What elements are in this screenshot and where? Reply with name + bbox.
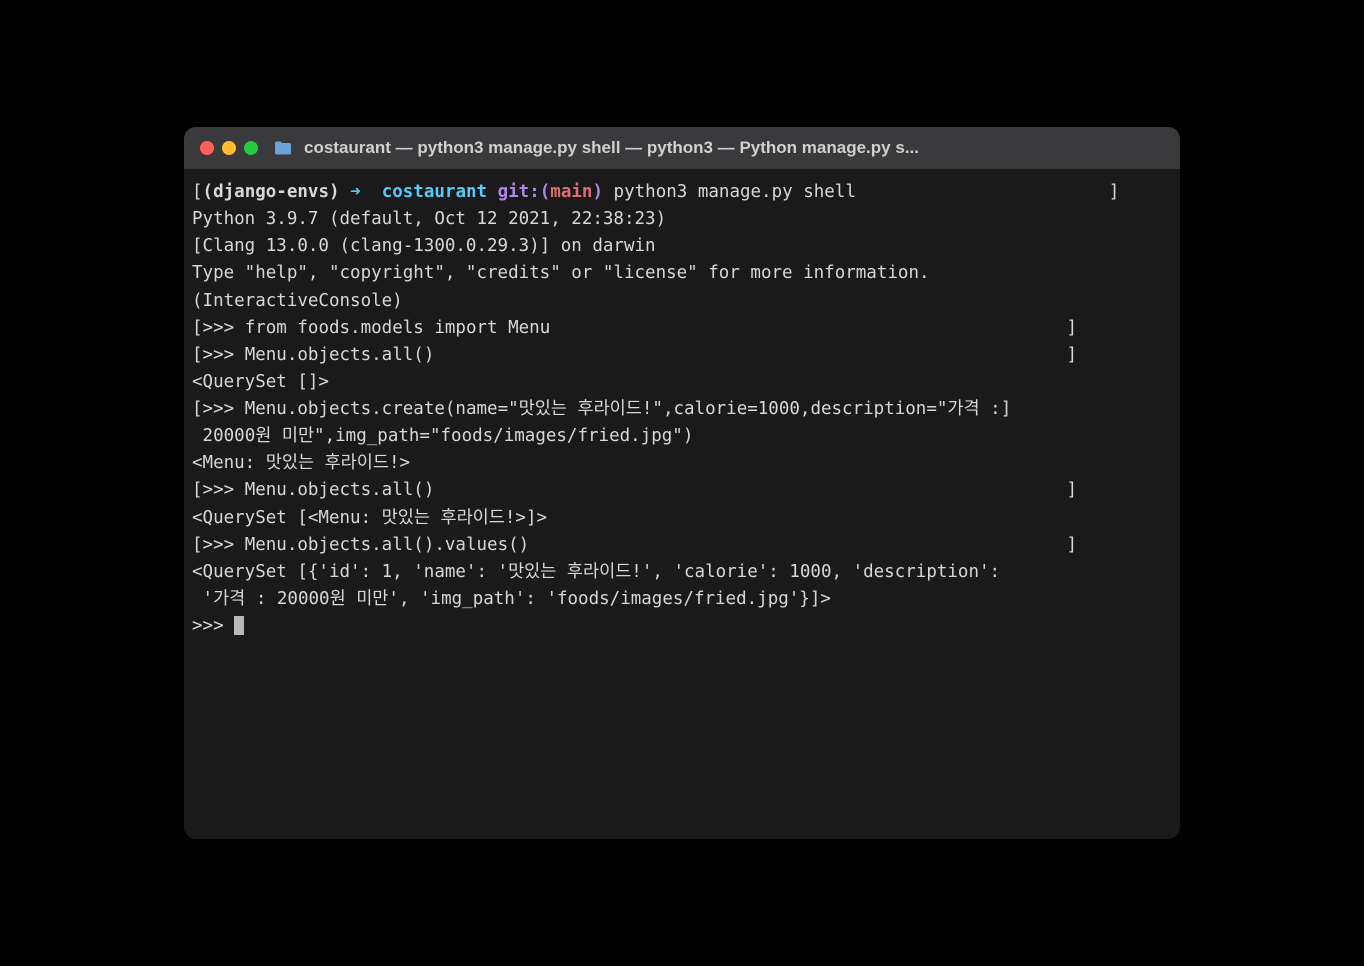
terminal-window: costaurant — python3 manage.py shell — p…	[184, 127, 1180, 839]
terminal-body[interactable]: [(django-envs) ➜ costaurant git:(main) p…	[184, 169, 1180, 839]
repl-line: [>>> Menu.objects.all() ]	[192, 477, 1172, 504]
maximize-button[interactable]	[244, 141, 258, 155]
output-line: [Clang 13.0.0 (clang-1300.0.29.3)] on da…	[192, 233, 1172, 260]
repl-input: from foods.models import Menu	[245, 318, 551, 338]
repl-input: Menu.objects.all()	[245, 480, 435, 500]
output-line: <Menu: 맛있는 후라이드!>	[192, 450, 1172, 477]
venv-name: (django-envs)	[203, 182, 340, 202]
close-button[interactable]	[200, 141, 214, 155]
git-branch: main	[550, 182, 592, 202]
cursor	[234, 616, 244, 635]
window-title: costaurant — python3 manage.py shell — p…	[304, 138, 919, 158]
command-text: python3 manage.py shell	[614, 182, 856, 202]
output-line: '가격 : 20000원 미만', 'img_path': 'foods/ima…	[192, 586, 1172, 613]
repl-line: [>>> from foods.models import Menu ]	[192, 315, 1172, 342]
folder-icon	[274, 141, 292, 155]
output-line: <QuerySet []>	[192, 369, 1172, 396]
repl-line: [>>> Menu.objects.all().values() ]	[192, 532, 1172, 559]
repl-input: Menu.objects.all()	[245, 345, 435, 365]
repl-line: [>>> Menu.objects.all() ]	[192, 342, 1172, 369]
minimize-button[interactable]	[222, 141, 236, 155]
output-line: <QuerySet [<Menu: 맛있는 후라이드!>]>	[192, 505, 1172, 532]
output-line: <QuerySet [{'id': 1, 'name': '맛있는 후라이드!'…	[192, 559, 1172, 586]
repl-line: [>>> Menu.objects.create(name="맛있는 후라이드!…	[192, 396, 1172, 423]
output-line: Python 3.9.7 (default, Oct 12 2021, 22:3…	[192, 206, 1172, 233]
traffic-lights	[200, 141, 258, 155]
cwd: costaurant	[382, 182, 487, 202]
prompt-arrow: ➜	[350, 182, 361, 202]
shell-prompt-line: [(django-envs) ➜ costaurant git:(main) p…	[192, 179, 1172, 206]
git-label: git:	[498, 182, 540, 202]
repl-input: Menu.objects.create(name="맛있는 후라이드!",cal…	[245, 399, 1001, 419]
repl-prompt-current[interactable]: >>>	[192, 613, 1172, 640]
repl-input: Menu.objects.all().values()	[245, 535, 529, 555]
output-line: (InteractiveConsole)	[192, 288, 1172, 315]
repl-input-cont: 20000원 미만",img_path="foods/images/fried.…	[192, 423, 1172, 450]
titlebar: costaurant — python3 manage.py shell — p…	[184, 127, 1180, 169]
output-line: Type "help", "copyright", "credits" or "…	[192, 260, 1172, 287]
